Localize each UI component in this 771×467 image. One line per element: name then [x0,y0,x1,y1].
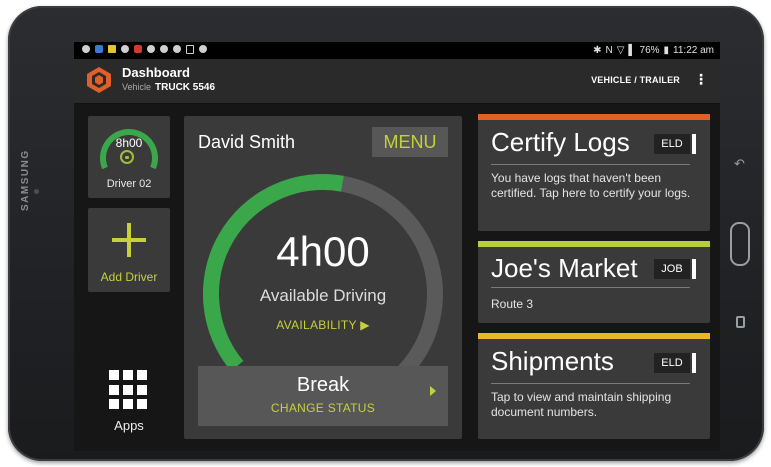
current-status: Break [296,374,350,396]
bluetooth-icon: ✱ [593,45,602,56]
device-brand: SAMSUNG [20,149,31,211]
notification-icon [82,45,90,53]
notification-icon [199,45,207,53]
card-title: Certify Logs [491,127,630,157]
notification-icon [147,45,155,53]
notification-icon [173,45,181,53]
kebab-menu-icon[interactable]: ⋮ [694,72,708,86]
remaining-driving-label: Available Driving [259,286,387,305]
menu-button[interactable]: MENU [372,127,448,157]
card-accent-bar [478,241,710,247]
driver-status-panel: David Smith MENU 4h00 Available Driving … [184,116,462,439]
wifi-icon: ▽ [616,45,625,56]
tablet-frame: SAMSUNG ↶ ✱ N ▽ ▌ 76% ▮ 11:22 am Dashboa… [8,6,764,461]
card-tag: ELD [654,134,690,154]
battery-icon: ▮ [663,45,670,56]
arrow-right-icon [430,386,436,396]
card-divider [491,383,690,384]
card-body: Tap to view and maintain shipping docume… [491,390,672,419]
notification-icon [134,45,142,53]
arrow-right-icon: ▶ [360,318,370,332]
vehicle-info: Vehicle TRUCK 5546 [122,82,215,93]
notification-icons [82,45,207,54]
driver-name: David Smith [198,132,296,152]
page-title: Dashboard [122,65,190,80]
change-status-button[interactable]: Break CHANGE STATUS [198,366,448,426]
vehicle-label: Vehicle [122,82,152,92]
status-bar: ✱ N ▽ ▌ 76% ▮ 11:22 am [74,42,720,59]
home-button[interactable] [730,222,750,266]
battery-percent: 76% [639,45,660,56]
card-tag-marker [692,134,696,154]
dashboard-main: 8h00 Driver 02 Add Driver Apps David Smi… [74,104,720,451]
add-driver-button[interactable]: Add Driver [88,208,170,292]
card-body: Route 3 [491,297,534,311]
card-tag-marker [692,353,696,373]
screen: ✱ N ▽ ▌ 76% ▮ 11:22 am Dashboard Vehicle… [74,42,720,451]
plus-icon-stem [127,223,131,257]
shipments-card[interactable]: Shipments ELD Tap to view and maintain s… [478,333,710,439]
availability-link[interactable]: AVAILABILITY ▶ [184,318,462,332]
grid-icon [109,370,149,410]
add-driver-label: Add Driver [100,270,158,284]
camera-dot [34,189,39,194]
job-card[interactable]: Joe's Market JOB Route 3 [478,241,710,323]
apps-button[interactable]: Apps [88,366,170,441]
notification-icon [160,45,168,53]
notification-icon [95,45,103,53]
availability-link-label: AVAILABILITY [276,318,357,332]
card-title: Joe's Market [491,253,638,283]
card-body: You have logs that haven't been certifie… [491,171,691,200]
card-divider [491,164,690,165]
change-status-label: CHANGE STATUS [270,401,376,415]
card-divider [491,287,690,288]
app-logo-icon [87,67,111,93]
steering-wheel-icon [120,150,134,164]
battery-saver-icon [186,45,194,54]
card-tag-marker [692,259,696,279]
certify-logs-card[interactable]: Certify Logs ELD You have logs that have… [478,114,710,231]
card-tag: JOB [654,259,690,279]
system-tray: ✱ N ▽ ▌ 76% ▮ 11:22 am [593,45,714,56]
app-bar: Dashboard Vehicle TRUCK 5546 VEHICLE / TR… [74,59,720,104]
driver-switch-tile[interactable]: 8h00 Driver 02 [88,116,170,198]
recent-apps-key-icon[interactable] [736,316,745,328]
apps-label: Apps [114,418,144,433]
nfc-icon: N [605,45,613,56]
notification-icon [121,45,129,53]
warning-icon [108,45,116,53]
signal-icon: ▌ [628,45,636,56]
card-tag: ELD [654,353,690,373]
vehicle-value: TRUCK 5546 [155,82,216,93]
card-title: Shipments [491,346,614,376]
clock: 11:22 am [673,45,714,56]
driver-tile-label: Driver 02 [106,178,152,190]
card-accent-bar [478,114,710,120]
back-key-icon[interactable]: ↶ [734,156,745,172]
vehicle-trailer-button[interactable]: VEHICLE / TRAILER [591,75,680,85]
driver-tile-time: 8h00 [115,136,143,150]
remaining-driving-time: 4h00 [276,228,370,275]
card-accent-bar [478,333,710,339]
